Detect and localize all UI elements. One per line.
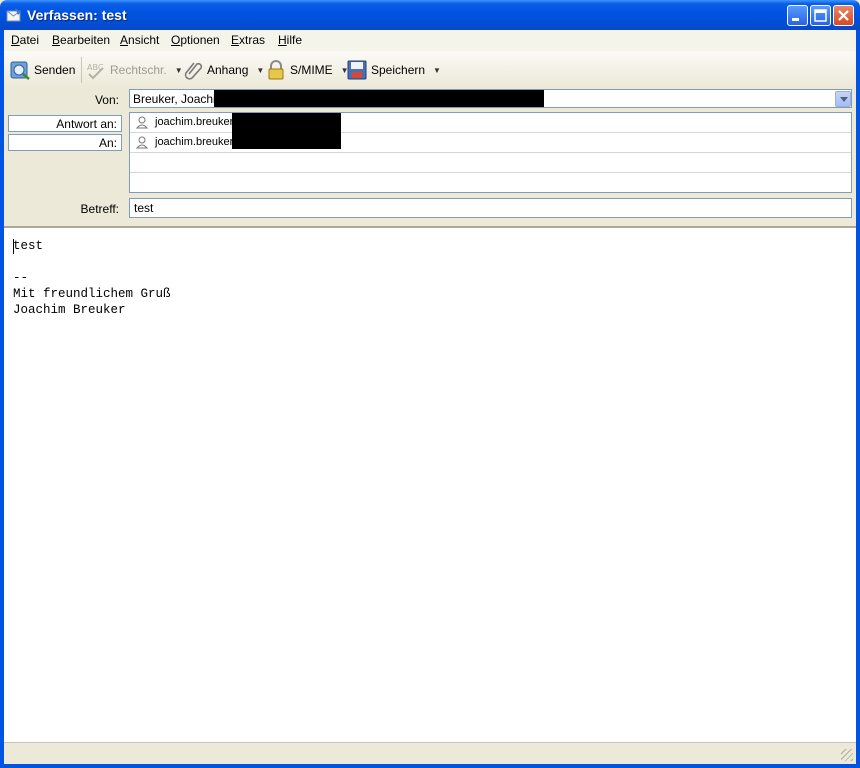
from-label: Von:: [94, 93, 119, 107]
recipient-row[interactable]: joachim.breuker: [130, 113, 851, 133]
subject-value: test: [134, 201, 154, 215]
spellcheck-button[interactable]: ABC Rechtschr. ▼: [86, 58, 183, 82]
floppy-disk-icon: [347, 60, 367, 80]
menu-extras[interactable]: Extras: [231, 33, 265, 47]
recipient-type-select[interactable]: Antwort an:: [8, 115, 122, 132]
resize-grip-icon[interactable]: [841, 749, 853, 761]
save-dropdown-icon[interactable]: ▼: [433, 66, 441, 75]
window-frame-bottom: [0, 764, 860, 768]
paperclip-icon: [184, 62, 203, 80]
menu-datei[interactable]: Datei: [11, 33, 39, 47]
send-button[interactable]: Senden: [10, 58, 75, 82]
spellcheck-label: Rechtschr.: [110, 63, 167, 77]
compose-window-icon: [6, 8, 21, 22]
close-button[interactable]: [833, 5, 854, 26]
recipient-list: joachim.breuker joachim.breuker: [129, 112, 852, 193]
menu-ansicht[interactable]: Ansicht: [120, 33, 159, 47]
message-body-text[interactable]: test -- Mit freundlichem Gruß Joachim Br…: [13, 238, 171, 318]
message-headers: Von: Breuker, Joachim Antwort an: An: jo…: [4, 88, 856, 224]
attach-dropdown-icon[interactable]: ▼: [256, 66, 264, 75]
status-bar: [4, 742, 856, 764]
spellcheck-icon: ABC: [87, 63, 104, 80]
close-icon: [838, 10, 849, 21]
window-title: Verfassen: test: [27, 7, 127, 23]
attach-label: Anhang: [207, 63, 249, 77]
menu-optionen[interactable]: Optionen: [171, 33, 220, 47]
menu-bar: Datei Bearbeiten Ansicht Optionen Extras…: [4, 30, 856, 51]
person-icon: [136, 136, 148, 149]
redacted-block: [232, 113, 341, 133]
smime-button[interactable]: S/MIME ▼: [266, 58, 349, 82]
redacted-block: [232, 133, 341, 149]
recipient-type-label: An:: [98, 136, 117, 150]
redacted-block: [214, 90, 544, 107]
attach-button[interactable]: Anhang ▼: [183, 58, 264, 82]
recipient-row-empty[interactable]: [130, 173, 851, 193]
toolbar: Senden ABC Rechtschr. ▼ Anhang ▼ S/MIME …: [4, 51, 856, 89]
from-dropdown-icon[interactable]: [835, 91, 851, 107]
subject-input[interactable]: test: [129, 198, 852, 218]
message-body-editor[interactable]: test -- Mit freundlichem Gruß Joachim Br…: [4, 226, 856, 742]
save-button[interactable]: Speichern ▼: [347, 58, 441, 82]
menu-bearbeiten[interactable]: Bearbeiten: [52, 33, 110, 47]
from-select[interactable]: Breuker, Joachim: [129, 89, 852, 108]
compose-window: Verfassen: test Datei Bearbeiten Ansicht…: [0, 0, 860, 768]
subject-label: Betreff:: [80, 202, 119, 216]
recipient-row[interactable]: joachim.breuker: [130, 133, 851, 153]
minimize-button[interactable]: [787, 5, 808, 26]
save-label: Speichern: [371, 63, 426, 77]
menu-hilfe[interactable]: Hilfe: [278, 33, 302, 47]
maximize-button[interactable]: [810, 5, 831, 26]
toolbar-separator: [81, 57, 82, 83]
maximize-icon: [814, 9, 827, 22]
person-icon: [136, 116, 148, 129]
from-value: Breuker, Joachim: [133, 92, 226, 106]
recipient-type-label: Antwort an:: [56, 117, 117, 131]
text-caret: [13, 239, 14, 254]
recipient-row-empty[interactable]: [130, 153, 851, 173]
minimize-icon: [792, 18, 799, 21]
spellcheck-dropdown-icon[interactable]: ▼: [175, 66, 183, 75]
recipient-address[interactable]: joachim.breuker: [155, 136, 233, 148]
smime-label: S/MIME: [290, 63, 333, 77]
title-bar[interactable]: Verfassen: test: [0, 0, 860, 30]
send-label: Senden: [34, 63, 76, 77]
window-frame-right: [856, 30, 860, 768]
lock-icon: [268, 60, 284, 80]
send-icon: [10, 61, 30, 80]
recipient-type-select[interactable]: An:: [8, 134, 122, 151]
recipient-address[interactable]: joachim.breuker: [155, 116, 233, 128]
